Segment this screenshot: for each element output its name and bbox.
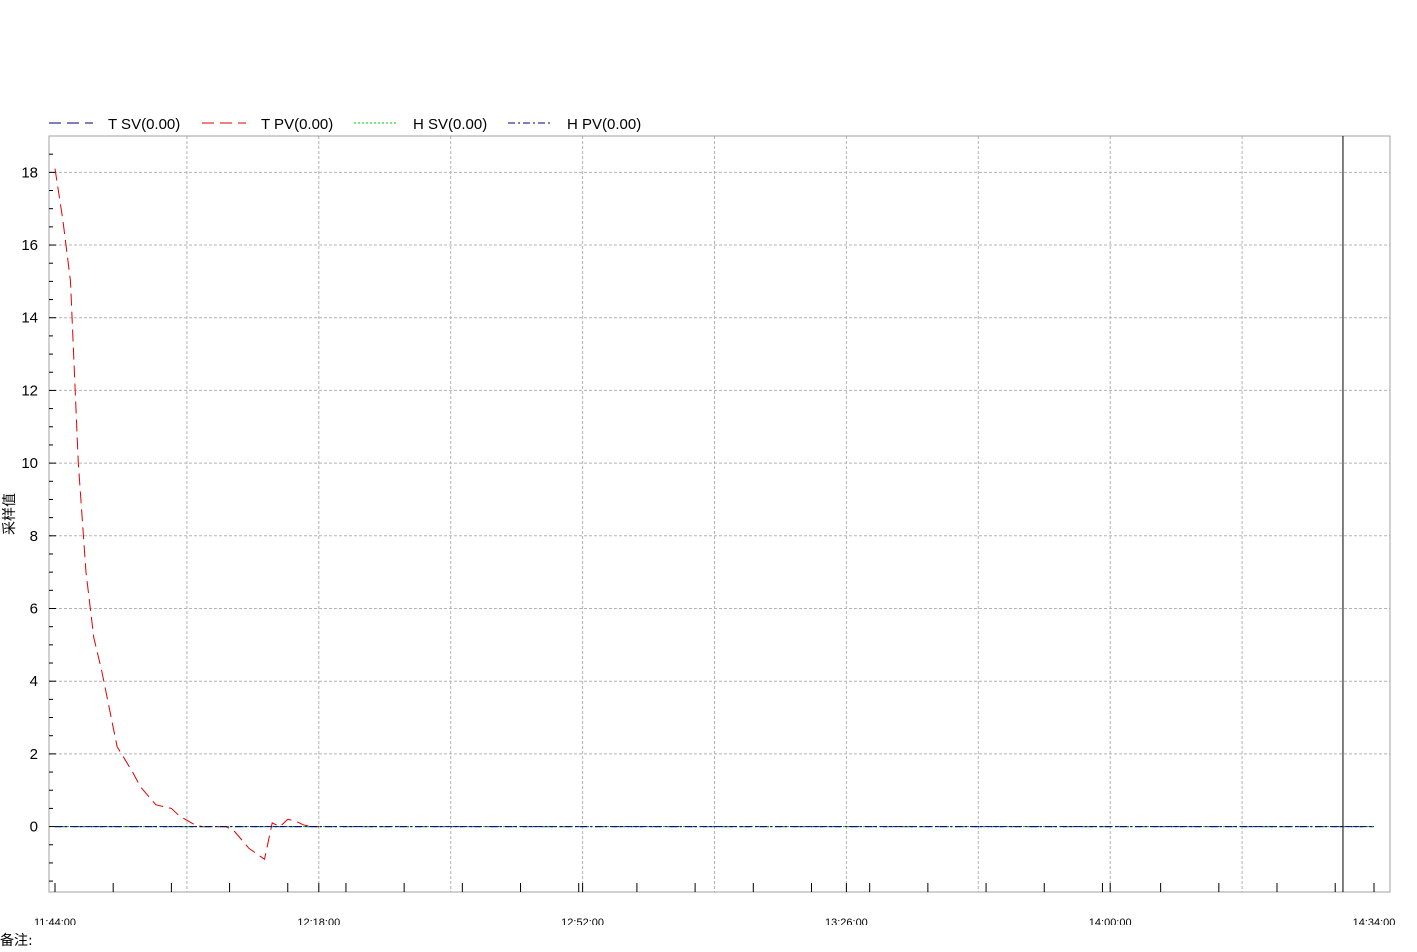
remark-label: 备注: [0,933,33,949]
y-tick-label: 18 [21,164,38,181]
y-axis-label: 采样值 [2,493,18,535]
y-tick-label: 0 [30,819,38,836]
y-tick-label: 16 [21,237,38,254]
legend-entry-label: T PV(0.00) [261,116,333,133]
legend: T SV(0.00) T PV(0.00) H SV(0.00) H PV(0.00) [49,116,641,133]
legend-entry-label: T SV(0.00) [108,116,180,133]
y-tick-label: 12 [21,382,38,399]
plot-frame [48,135,1391,893]
y-tick-label: 8 [30,528,38,545]
x-tick-label: 14:34:00 [1353,917,1396,925]
y-tick-label: 14 [21,310,38,327]
legend-entry-label: H PV(0.00) [567,116,641,133]
chart: T SV(0.00) T PV(0.00) H SV(0.00) H PV(0.00)… [2,116,1395,925]
x-axis: 11:44:00 12:18:00 12:52:00 13:26:00 14:00:00… [34,883,1395,925]
y-tick-label: 6 [30,601,38,618]
x-tick-label: 13:26:00 [825,917,868,925]
x-tick-label: 11:44:00 [34,917,76,925]
x-tick-label: 12:52:00 [561,917,604,925]
y-tick-label: 4 [30,673,38,690]
x-tick-label: 14:00:00 [1089,917,1132,925]
legend-entry-label: H SV(0.00) [413,116,487,133]
grid [49,136,1390,892]
x-tick-label: 12:18:00 [297,917,340,925]
y-axis: 0 2 4 6 8 10 12 14 16 18 [21,153,56,882]
y-tick-label: 2 [30,746,38,763]
y-tick-label: 10 [21,455,38,472]
